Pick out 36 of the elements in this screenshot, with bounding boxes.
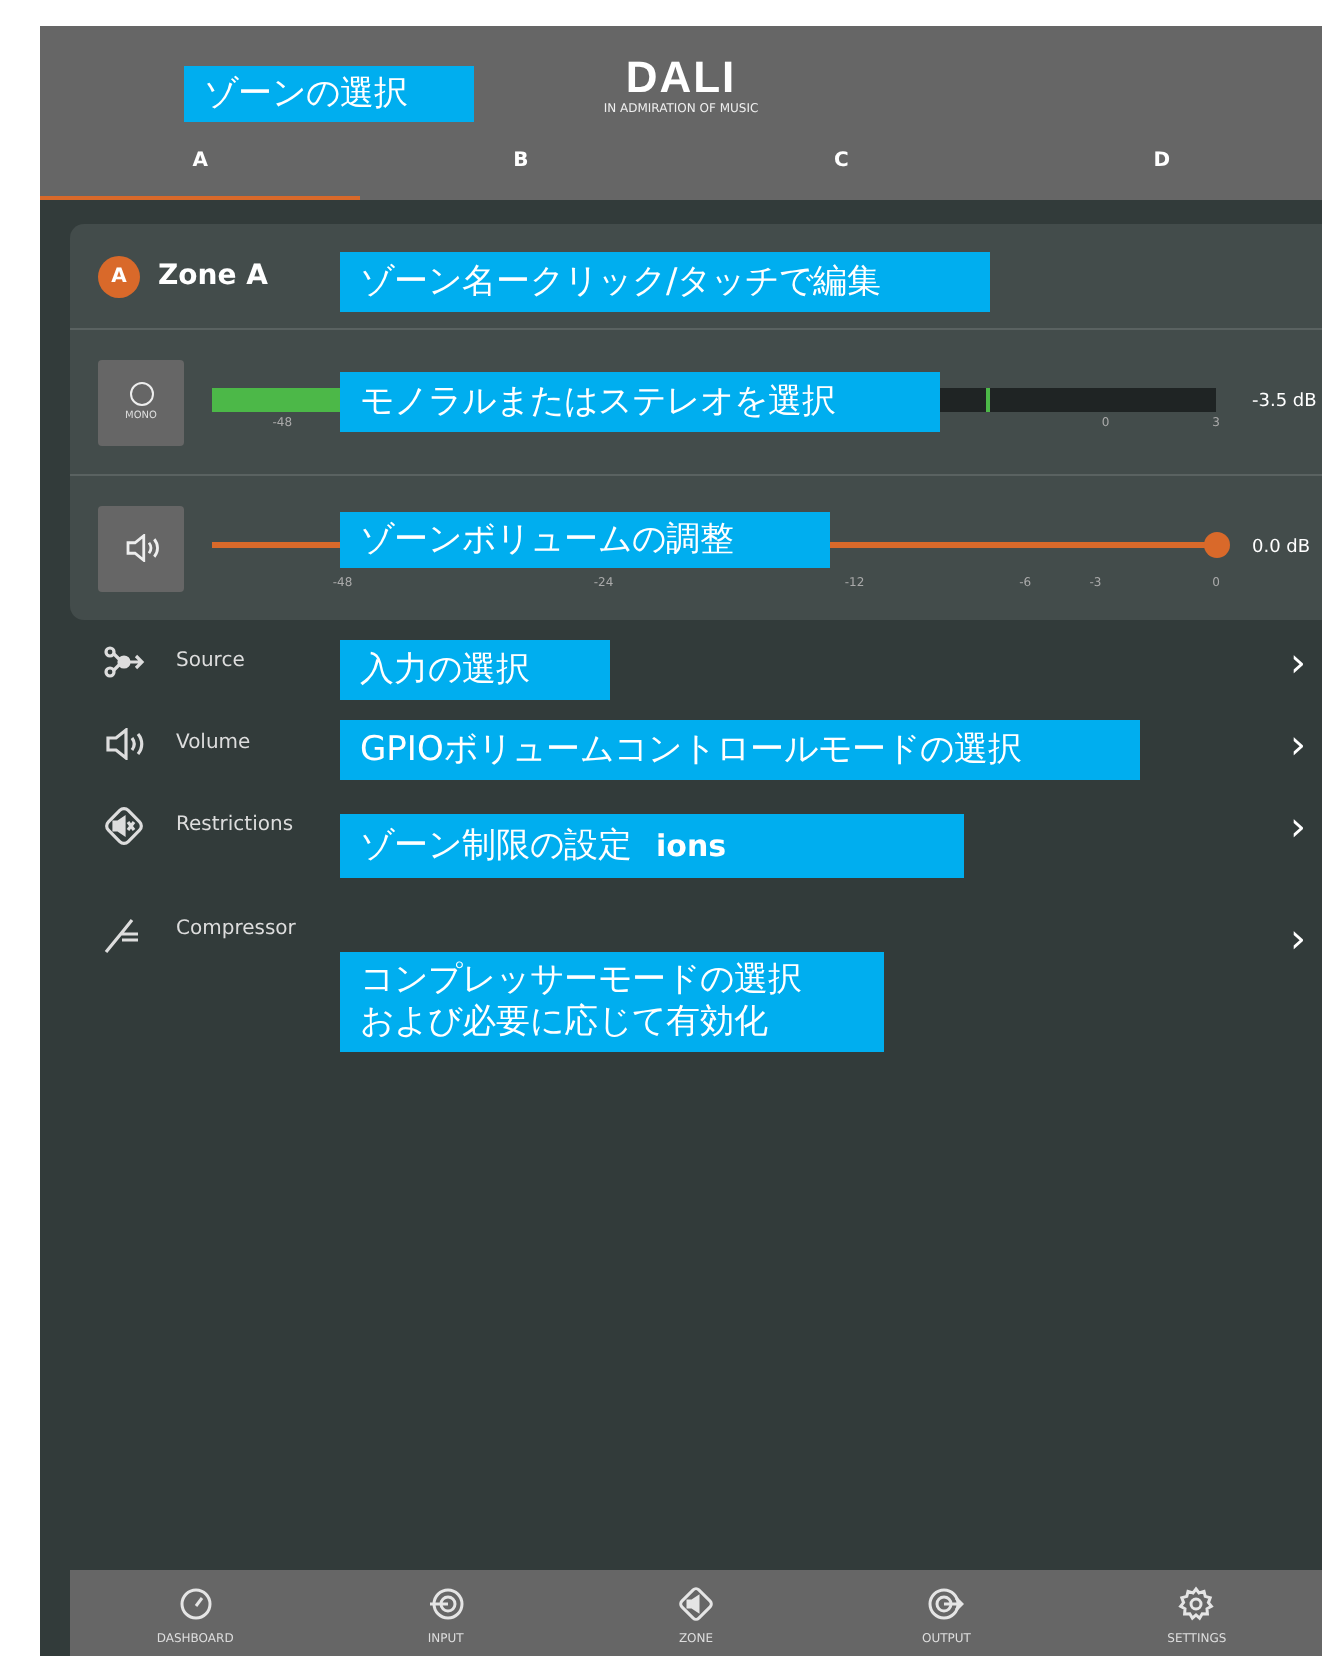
annotation-tooltip: 入力の選択 <box>340 640 610 700</box>
zone-tab[interactable]: D <box>1001 132 1322 200</box>
meter-reading: -3.5 dB <box>1252 392 1317 412</box>
logo: DALI <box>625 56 737 100</box>
speaker-diamond-icon <box>678 1586 714 1622</box>
annotation-tooltip: GPIOボリュームコントロールモードの選択 <box>340 720 1140 780</box>
annotation-tooltip: ゾーン名ークリック/タッチで編集 <box>340 252 990 312</box>
gauge-icon <box>177 1586 214 1622</box>
chevron-icon[interactable]: › <box>1290 805 1306 845</box>
slider-thumb[interactable] <box>1204 532 1230 558</box>
volume-reading: 0.0 dB <box>1252 538 1311 558</box>
chevron-icon[interactable]: › <box>1290 641 1306 681</box>
circle-icon <box>129 382 153 406</box>
annotation-tooltip: ゾーンボリュームの調整 <box>340 512 830 568</box>
annotation-tooltip: ゾーン制限の設定 ions <box>340 814 964 878</box>
nodes-icon <box>102 645 146 677</box>
speaker-icon <box>104 727 144 759</box>
zone-name[interactable]: Zone A <box>158 260 268 292</box>
menu-item[interactable]: Volume <box>176 732 251 754</box>
compressor-icon <box>104 918 144 954</box>
settings-icon <box>1178 1586 1215 1622</box>
zone-tab[interactable]: C <box>681 132 1002 200</box>
muted-speaker-icon <box>100 801 148 849</box>
chevron-icon[interactable]: › <box>1290 723 1306 763</box>
speaker-icon <box>123 534 159 562</box>
volume-button[interactable] <box>98 505 184 591</box>
menu-item[interactable]: Compressor <box>176 918 296 940</box>
zone-tab[interactable]: A <box>40 132 361 200</box>
zone-tab[interactable]: B <box>360 132 681 200</box>
zone-badge: A <box>98 255 140 297</box>
chevron-icon[interactable]: › <box>1290 918 1306 958</box>
menu-item[interactable]: Restrictions <box>176 814 294 836</box>
menu-item[interactable]: Source <box>176 650 245 672</box>
annotation-tooltip: コンプレッサーモードの選択 および必要に応じて有効化 <box>340 952 884 1052</box>
annotation-tooltip: モノラルまたはステレオを選択 <box>340 372 940 432</box>
annotation-tooltip: ゾーンの選択 <box>184 66 474 122</box>
